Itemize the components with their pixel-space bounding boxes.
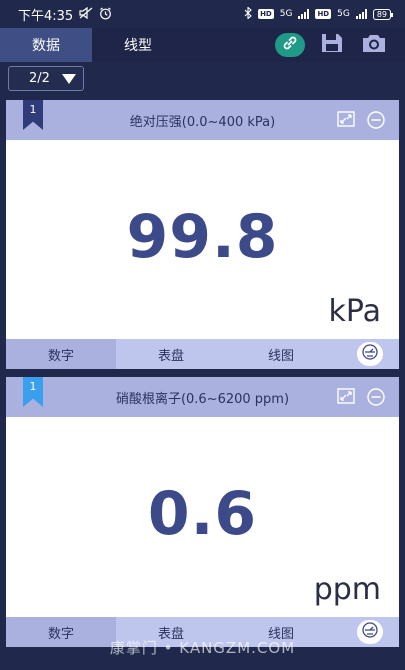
alarm-icon [99,7,112,22]
page-selector-value: 2/2 [29,71,50,86]
remove-icon[interactable] [367,388,385,410]
expand-icon[interactable] [337,388,355,410]
link-icon [281,34,299,56]
sensor-title: 硝酸根离子(0.6~6200 ppm) [115,391,290,407]
watermark: 康掌门 • KANGZM.COM [109,639,296,657]
signal-icon-2 [355,9,367,19]
card-header: 1 硝酸根离子(0.6~6200 ppm) [6,377,399,417]
save-icon [320,32,344,58]
battery-indicator: 89 [372,8,394,20]
mode-tab-gauge[interactable]: 表盘 [116,339,226,369]
card-display: 0.6 ppm [6,417,399,617]
expand-icon[interactable] [337,111,355,133]
reading-unit: kPa [328,294,382,329]
link-button[interactable] [275,33,305,57]
hd-icon: HD [258,9,274,19]
card-header: 1 绝对压强(0.0~400 kPa) [6,100,399,140]
mode-tab-line-chart[interactable]: 线图 [226,339,336,369]
display-mode-tabs: 数字 表盘 线图 [6,339,399,369]
status-bar: 下午4:35 HD 5G HD 5G 89 [0,0,405,28]
page-selector[interactable]: 2/2 [8,66,84,91]
reading-value: 99.8 [126,202,279,272]
signal-icon [298,9,310,19]
save-button[interactable] [317,33,347,57]
sensor-card-nitrate: 1 硝酸根离子(0.6~6200 ppm) 0.6 ppm 数字 表盘 线图 [6,377,399,647]
bluetooth-icon [244,6,252,21]
reading-unit: ppm [313,572,381,607]
network-type-2: 5G [337,9,350,19]
top-tab-bar: 数据 线型 [0,28,405,62]
hd-icon-2: HD [315,9,332,19]
sensor-title: 绝对压强(0.0~400 kPa) [129,114,276,130]
mode-tab-digital[interactable]: 数字 [6,339,116,369]
tab-line-chart[interactable]: 线型 [92,28,184,62]
tab-data[interactable]: 数据 [0,28,92,62]
chevron-down-icon [62,74,76,84]
reading-value: 0.6 [147,479,258,549]
card-display: 99.8 kPa [6,140,399,339]
remove-icon[interactable] [367,111,385,133]
sensor-card-pressure: 1 绝对压强(0.0~400 kPa) 99.8 kPa 数字 表盘 线图 [6,100,399,369]
mute-icon [79,6,93,21]
gauge-icon [361,344,379,364]
channel-badge: 1 [23,100,43,130]
network-type-1: 5G [279,9,293,19]
camera-icon [361,32,387,58]
channel-badge: 1 [23,377,43,407]
status-time: 下午4:35 [18,8,74,24]
gauge-button[interactable] [357,342,383,366]
camera-button[interactable] [359,33,389,57]
